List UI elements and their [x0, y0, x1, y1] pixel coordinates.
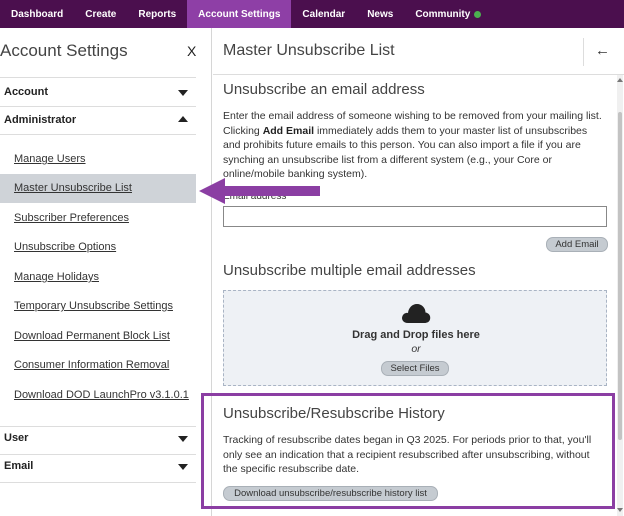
select-files-button[interactable]: Select Files — [381, 361, 449, 376]
nav-community-label: Community — [415, 8, 471, 20]
sidebar-item-consumer-information-removal[interactable]: Consumer Information Removal — [14, 359, 169, 371]
main-panel: Master Unsubscribe List ← Unsubscribe an… — [201, 28, 624, 516]
sidebar-item-subscriber-preferences[interactable]: Subscriber Preferences — [14, 212, 129, 224]
close-sidebar-button[interactable]: X — [187, 43, 196, 59]
sidebar-item-master-unsubscribe-list[interactable]: Master Unsubscribe List — [14, 182, 132, 194]
cloud-upload-icon — [402, 304, 431, 323]
chevron-down-icon — [178, 464, 188, 470]
chevron-down-icon — [178, 90, 188, 96]
section-label: Administrator — [4, 114, 77, 126]
add-email-button[interactable]: Add Email — [546, 237, 608, 252]
divider — [213, 74, 624, 75]
divider — [0, 134, 196, 135]
history-description: Tracking of resubscribe dates began in Q… — [223, 434, 592, 475]
chevron-up-icon — [178, 116, 188, 122]
divider — [0, 77, 196, 78]
annotation-arrow-icon — [199, 178, 320, 204]
divider — [0, 482, 196, 483]
scroll-down-icon[interactable] — [617, 508, 623, 512]
sidebar-item-download-dod-launchpro[interactable]: Download DOD LaunchPro v3.1.0.1 — [14, 389, 189, 401]
file-dropzone[interactable]: Drag and Drop files here or Select Files — [223, 290, 607, 386]
sidebar-section-email[interactable]: Email — [4, 460, 194, 480]
section-title-history: Unsubscribe/Resubscribe History — [223, 405, 445, 422]
section-title-multiple: Unsubscribe multiple email addresses — [223, 262, 476, 279]
sidebar-item-manage-users[interactable]: Manage Users — [14, 153, 86, 165]
sidebar-item-temporary-unsubscribe-settings[interactable]: Temporary Unsubscribe Settings — [14, 300, 173, 312]
nav-dashboard[interactable]: Dashboard — [0, 0, 74, 28]
nav-reports[interactable]: Reports — [127, 0, 187, 28]
sidebar-item-download-permanent-block-list[interactable]: Download Permanent Block List — [14, 330, 170, 342]
single-description: Enter the email address of someone wishi… — [223, 110, 602, 180]
sidebar-section-administrator[interactable]: Administrator — [4, 114, 194, 134]
nav-community[interactable]: Community — [404, 0, 492, 28]
section-label: Email — [4, 460, 34, 472]
sidebar-header: Account Settings X — [0, 41, 212, 65]
email-field[interactable] — [223, 206, 607, 227]
sidebar: Account Settings X Account Administrator… — [0, 28, 212, 516]
chevron-down-icon — [178, 436, 188, 442]
sidebar-title: Account Settings — [0, 41, 128, 60]
dropzone-or: or — [411, 343, 421, 355]
scrollbar-thumb[interactable] — [618, 112, 622, 440]
sidebar-item-manage-holidays[interactable]: Manage Holidays — [14, 271, 99, 283]
divider — [0, 106, 196, 107]
download-history-button[interactable]: Download unsubscribe/resubscribe history… — [223, 486, 438, 501]
sidebar-item-unsubscribe-options[interactable]: Unsubscribe Options — [14, 241, 116, 253]
arrow-left-icon[interactable]: ← — [595, 42, 610, 59]
dropzone-title: Drag and Drop files here — [352, 329, 480, 341]
nav-account-settings[interactable]: Account Settings — [187, 0, 292, 28]
page-title: Master Unsubscribe List — [223, 42, 395, 59]
sidebar-section-account[interactable]: Account — [4, 86, 194, 106]
section-title-single: Unsubscribe an email address — [223, 81, 425, 98]
nav-create[interactable]: Create — [74, 0, 127, 28]
sidebar-section-user[interactable]: User — [4, 432, 194, 452]
nav-calendar[interactable]: Calendar — [291, 0, 356, 28]
nav-news[interactable]: News — [356, 0, 404, 28]
divider — [0, 454, 196, 455]
divider — [583, 38, 584, 66]
section-label: User — [4, 432, 29, 444]
section-label: Account — [4, 86, 48, 98]
divider — [0, 426, 196, 427]
online-status-icon — [474, 10, 482, 18]
scroll-up-icon[interactable] — [617, 78, 623, 82]
top-navigation: Dashboard Create Reports Account Setting… — [0, 0, 624, 28]
